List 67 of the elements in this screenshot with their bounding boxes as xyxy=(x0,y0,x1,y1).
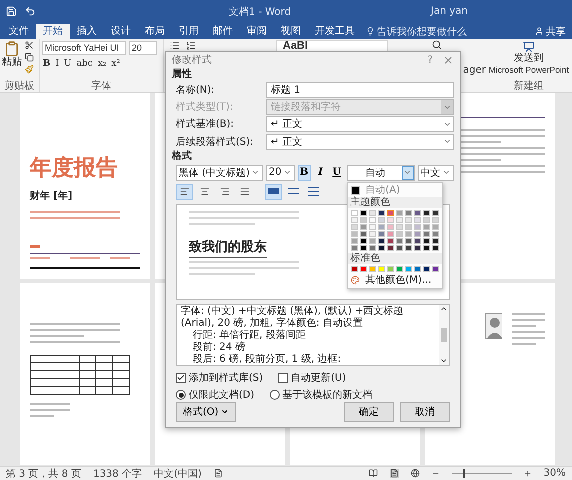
format-button[interactable]: B xyxy=(42,58,52,70)
font-select[interactable]: 黑体 (中文标题) xyxy=(176,164,263,181)
page-count: 第 3 页，共 8 页 xyxy=(6,468,82,480)
share-button[interactable]: 共享 xyxy=(529,24,572,39)
checkbox-option[interactable]: 自动更新(U) xyxy=(278,371,346,385)
font-style-button[interactable]: B xyxy=(298,164,312,181)
description-line: 段后: 6 磅, 段前分页, 1 级, 边框: xyxy=(192,354,342,365)
ribbon-tab[interactable]: 邮件 xyxy=(206,24,240,39)
font-style-button[interactable]: I xyxy=(314,164,328,181)
section-heading: 属性 xyxy=(172,68,192,82)
font-name-field[interactable]: Microsoft YaHei UI xyxy=(42,41,126,55)
script-select[interactable]: 中文 xyxy=(418,164,454,181)
user-name: Jan yan xyxy=(431,6,468,17)
paste-button[interactable]: 粘贴 xyxy=(2,41,22,81)
field-label: 样式类型(T): xyxy=(176,100,234,114)
window-title: 文档1 - Word xyxy=(229,6,292,18)
description-line: 段前: 24 磅 xyxy=(192,342,246,354)
word-count: 1338 个字 xyxy=(93,468,142,480)
menu-heading: 主题颜色 xyxy=(348,196,442,208)
format-button[interactable]: x² xyxy=(110,58,122,70)
style-select[interactable]: ↵ 正文 xyxy=(266,116,454,132)
more-colors-item[interactable]: 其他颜色(M)... xyxy=(350,274,439,287)
format-button[interactable]: x₂ xyxy=(96,58,108,70)
checkbox-option[interactable]: 添加到样式库(S) xyxy=(176,371,264,385)
group-label: 字体 xyxy=(92,81,112,92)
style-select[interactable]: ↵ 正文 xyxy=(266,134,454,150)
font-size-field[interactable]: 20 xyxy=(129,41,157,55)
font-color-select[interactable]: 自动 xyxy=(346,164,415,181)
cover-title: 年度报告 xyxy=(30,154,119,183)
cancel-button[interactable]: 取消 xyxy=(400,402,450,422)
send-to-powerpoint-button[interactable]: 发送到 Microsoft PowerPoint xyxy=(488,41,570,81)
menu-heading: 标准色 xyxy=(348,252,442,264)
ribbon-tab[interactable]: 引用 xyxy=(172,24,206,39)
format-menu-button[interactable]: 格式(O) xyxy=(176,402,236,422)
ribbon-tab[interactable]: 设计 xyxy=(104,24,138,39)
ribbon-tab[interactable]: 开发工具 xyxy=(308,24,362,39)
field-label: 样式基准(B): xyxy=(176,118,236,132)
dialog-title: 修改样式 xyxy=(172,54,212,68)
ok-button[interactable]: 确定 xyxy=(344,402,394,422)
tell-me-field[interactable]: 告诉我你想要做什么 xyxy=(366,24,467,39)
ribbon-tab[interactable]: 审阅 xyxy=(240,24,274,39)
group-label: 新建组 xyxy=(514,81,544,92)
name-field[interactable]: 标题 1 xyxy=(266,82,454,98)
zoom-level: 30% xyxy=(544,468,566,479)
field-label: 后续段落样式(S): xyxy=(176,136,255,149)
size-select[interactable]: 20 xyxy=(266,164,295,181)
ribbon-tab[interactable]: 插入 xyxy=(70,24,104,39)
font-style-button[interactable]: U xyxy=(330,164,344,181)
ribbon-tab[interactable]: 文件 xyxy=(2,24,36,39)
radio-option[interactable]: 仅限此文档(D) xyxy=(176,388,255,402)
description-line: 字体: (中文) +中文标题 (黑体), (默认) +西文标题 (Arial), 20 磅, 加粗, 字体颜色: 自动设置 xyxy=(181,306,405,330)
preview-heading: 致我们的股东 xyxy=(189,238,267,258)
format-button[interactable]: abc xyxy=(76,58,94,70)
ribbon-tab[interactable]: 开始 xyxy=(36,24,70,39)
group-label: 剪贴板 xyxy=(4,81,34,92)
format-button[interactable]: U xyxy=(63,58,73,70)
description-line: 行距: 单倍行距, 段落间距 xyxy=(192,330,307,342)
ribbon-tab[interactable]: 视图 xyxy=(274,24,308,39)
button-label: ager xyxy=(463,65,486,76)
format-button[interactable]: I xyxy=(54,58,60,70)
ribbon-tab[interactable]: 布局 xyxy=(138,24,172,39)
language-status: 中文(中国) xyxy=(154,468,202,480)
style-gallery[interactable]: AaBl xyxy=(276,40,388,52)
cover-subtitle: 财年 [年] xyxy=(30,190,74,203)
section-heading: 格式 xyxy=(172,150,192,164)
field-label: 名称(N): xyxy=(176,84,216,97)
radio-option[interactable]: 基于该模板的新文档 xyxy=(270,388,373,402)
